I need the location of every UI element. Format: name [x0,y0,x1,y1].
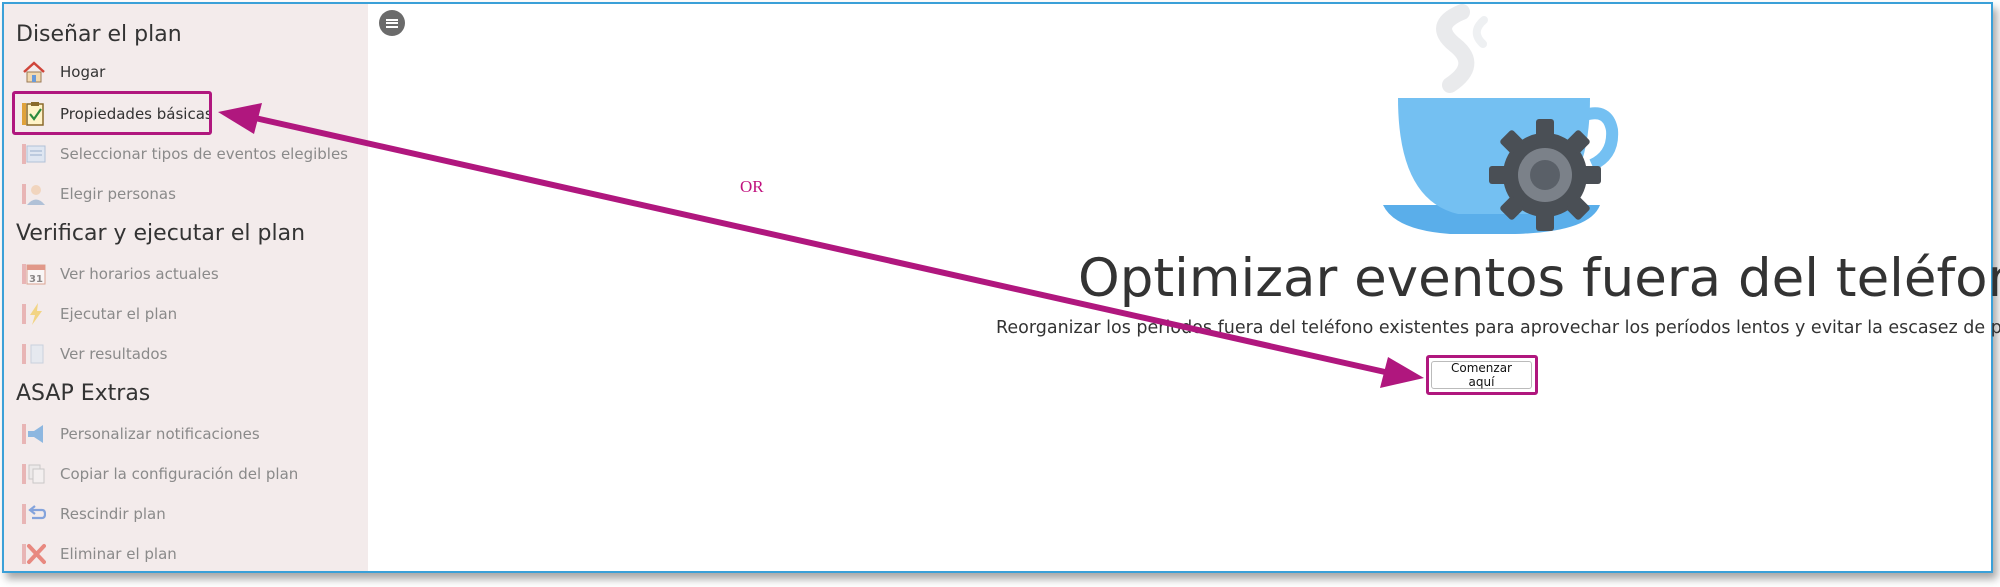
sidebar-item-delete-plan[interactable]: Eliminar el plan [20,538,350,570]
annotation-highlight-sidebar [12,91,212,135]
calendar-icon: 31 [20,260,48,288]
start-here-button[interactable]: Comenzar aquí [1431,361,1532,389]
sidebar-item-label: Seleccionar tipos de eventos elegibles [60,145,348,163]
sidebar-item-current-schedules[interactable]: 31 Ver horarios actuales [20,258,350,290]
sidebar-item-label: Eliminar el plan [60,545,177,563]
sidebar-item-label: Copiar la configuración del plan [60,465,299,483]
section-title-verify: Verificar y ejecutar el plan [16,221,306,246]
svg-text:31: 31 [29,274,43,285]
sidebar-item-label: Ver resultados [60,345,168,363]
person-icon [20,180,48,208]
hamburger-icon [386,17,398,29]
sidebar-item-label: Ejecutar el plan [60,305,178,323]
sidebar-item-view-results[interactable]: Ver resultados [20,338,350,370]
sidebar: Diseñar el plan Hogar Propiedades básica… [4,4,368,571]
lightning-icon [20,300,48,328]
page-title: Optimizar eventos fuera del teléfono [1078,248,2000,309]
copy-icon [20,460,48,488]
sidebar-item-notifications[interactable]: Personalizar notificaciones [20,418,350,450]
calendar-list-icon [20,140,48,168]
section-title-design: Diseñar el plan [16,22,182,47]
page-subtitle: Reorganizar los periodos fuera del teléf… [996,318,2000,338]
document-icon [20,340,48,368]
sidebar-item-choose-people[interactable]: Elegir personas [20,178,350,210]
section-title-extras: ASAP Extras [16,381,151,406]
sidebar-item-label: Hogar [60,63,106,81]
sidebar-item-event-types[interactable]: Seleccionar tipos de eventos elegibles [20,138,350,170]
annotation-or-label: OR [740,177,764,196]
sidebar-item-label: Elegir personas [60,185,176,203]
sidebar-item-rescind-plan[interactable]: Rescindir plan [20,498,350,530]
undo-icon [20,500,48,528]
menu-toggle-button[interactable] [379,10,405,36]
sidebar-item-label: Rescindir plan [60,505,166,523]
sidebar-item-run-plan[interactable]: Ejecutar el plan [20,298,350,330]
megaphone-icon [20,420,48,448]
home-icon [20,58,48,86]
sidebar-item-copy-config[interactable]: Copiar la configuración del plan [20,458,350,490]
sidebar-item-label: Ver horarios actuales [60,265,219,283]
delete-x-icon [20,540,48,568]
sidebar-item-label: Personalizar notificaciones [60,425,260,443]
sidebar-item-home[interactable]: Hogar [20,56,350,88]
